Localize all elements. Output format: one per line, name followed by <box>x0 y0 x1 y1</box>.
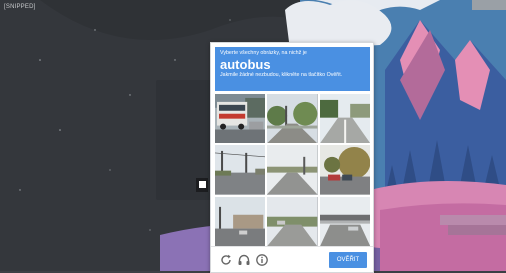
captcha-tile-2[interactable] <box>267 94 318 144</box>
corner-label: [SNIPPED] <box>4 4 36 10</box>
captcha-tile-5[interactable] <box>267 145 318 195</box>
captcha-instruction: Vyberte všechny obrázky, na nichž je <box>220 50 307 56</box>
audio-icon[interactable] <box>237 253 251 267</box>
captcha-image-grid <box>215 94 370 246</box>
captcha-header: Vyberte všechny obrázky, na nichž je aut… <box>215 47 370 91</box>
verify-button[interactable]: OVĚŘIT <box>329 252 367 268</box>
captcha-dialog: Vyberte všechny obrázky, na nichž je aut… <box>210 42 374 273</box>
captcha-tile-9[interactable] <box>319 196 370 246</box>
info-icon[interactable] <box>255 253 269 267</box>
captcha-tile-3[interactable] <box>319 94 370 144</box>
captcha-tile-1[interactable] <box>215 94 266 144</box>
captcha-tile-7[interactable] <box>215 196 266 246</box>
captcha-tile-8[interactable] <box>267 196 318 246</box>
captcha-hint: Jakmile žádné nezbudou, klikněte na tlač… <box>220 72 343 78</box>
captcha-tile-6[interactable] <box>319 145 370 195</box>
captcha-tile-4[interactable] <box>215 145 266 195</box>
captcha-pointer-tip <box>199 181 206 188</box>
captcha-keyword: autobus <box>220 57 271 72</box>
reload-icon[interactable] <box>219 253 233 267</box>
captcha-footer: OVĚŘIT <box>211 246 373 272</box>
